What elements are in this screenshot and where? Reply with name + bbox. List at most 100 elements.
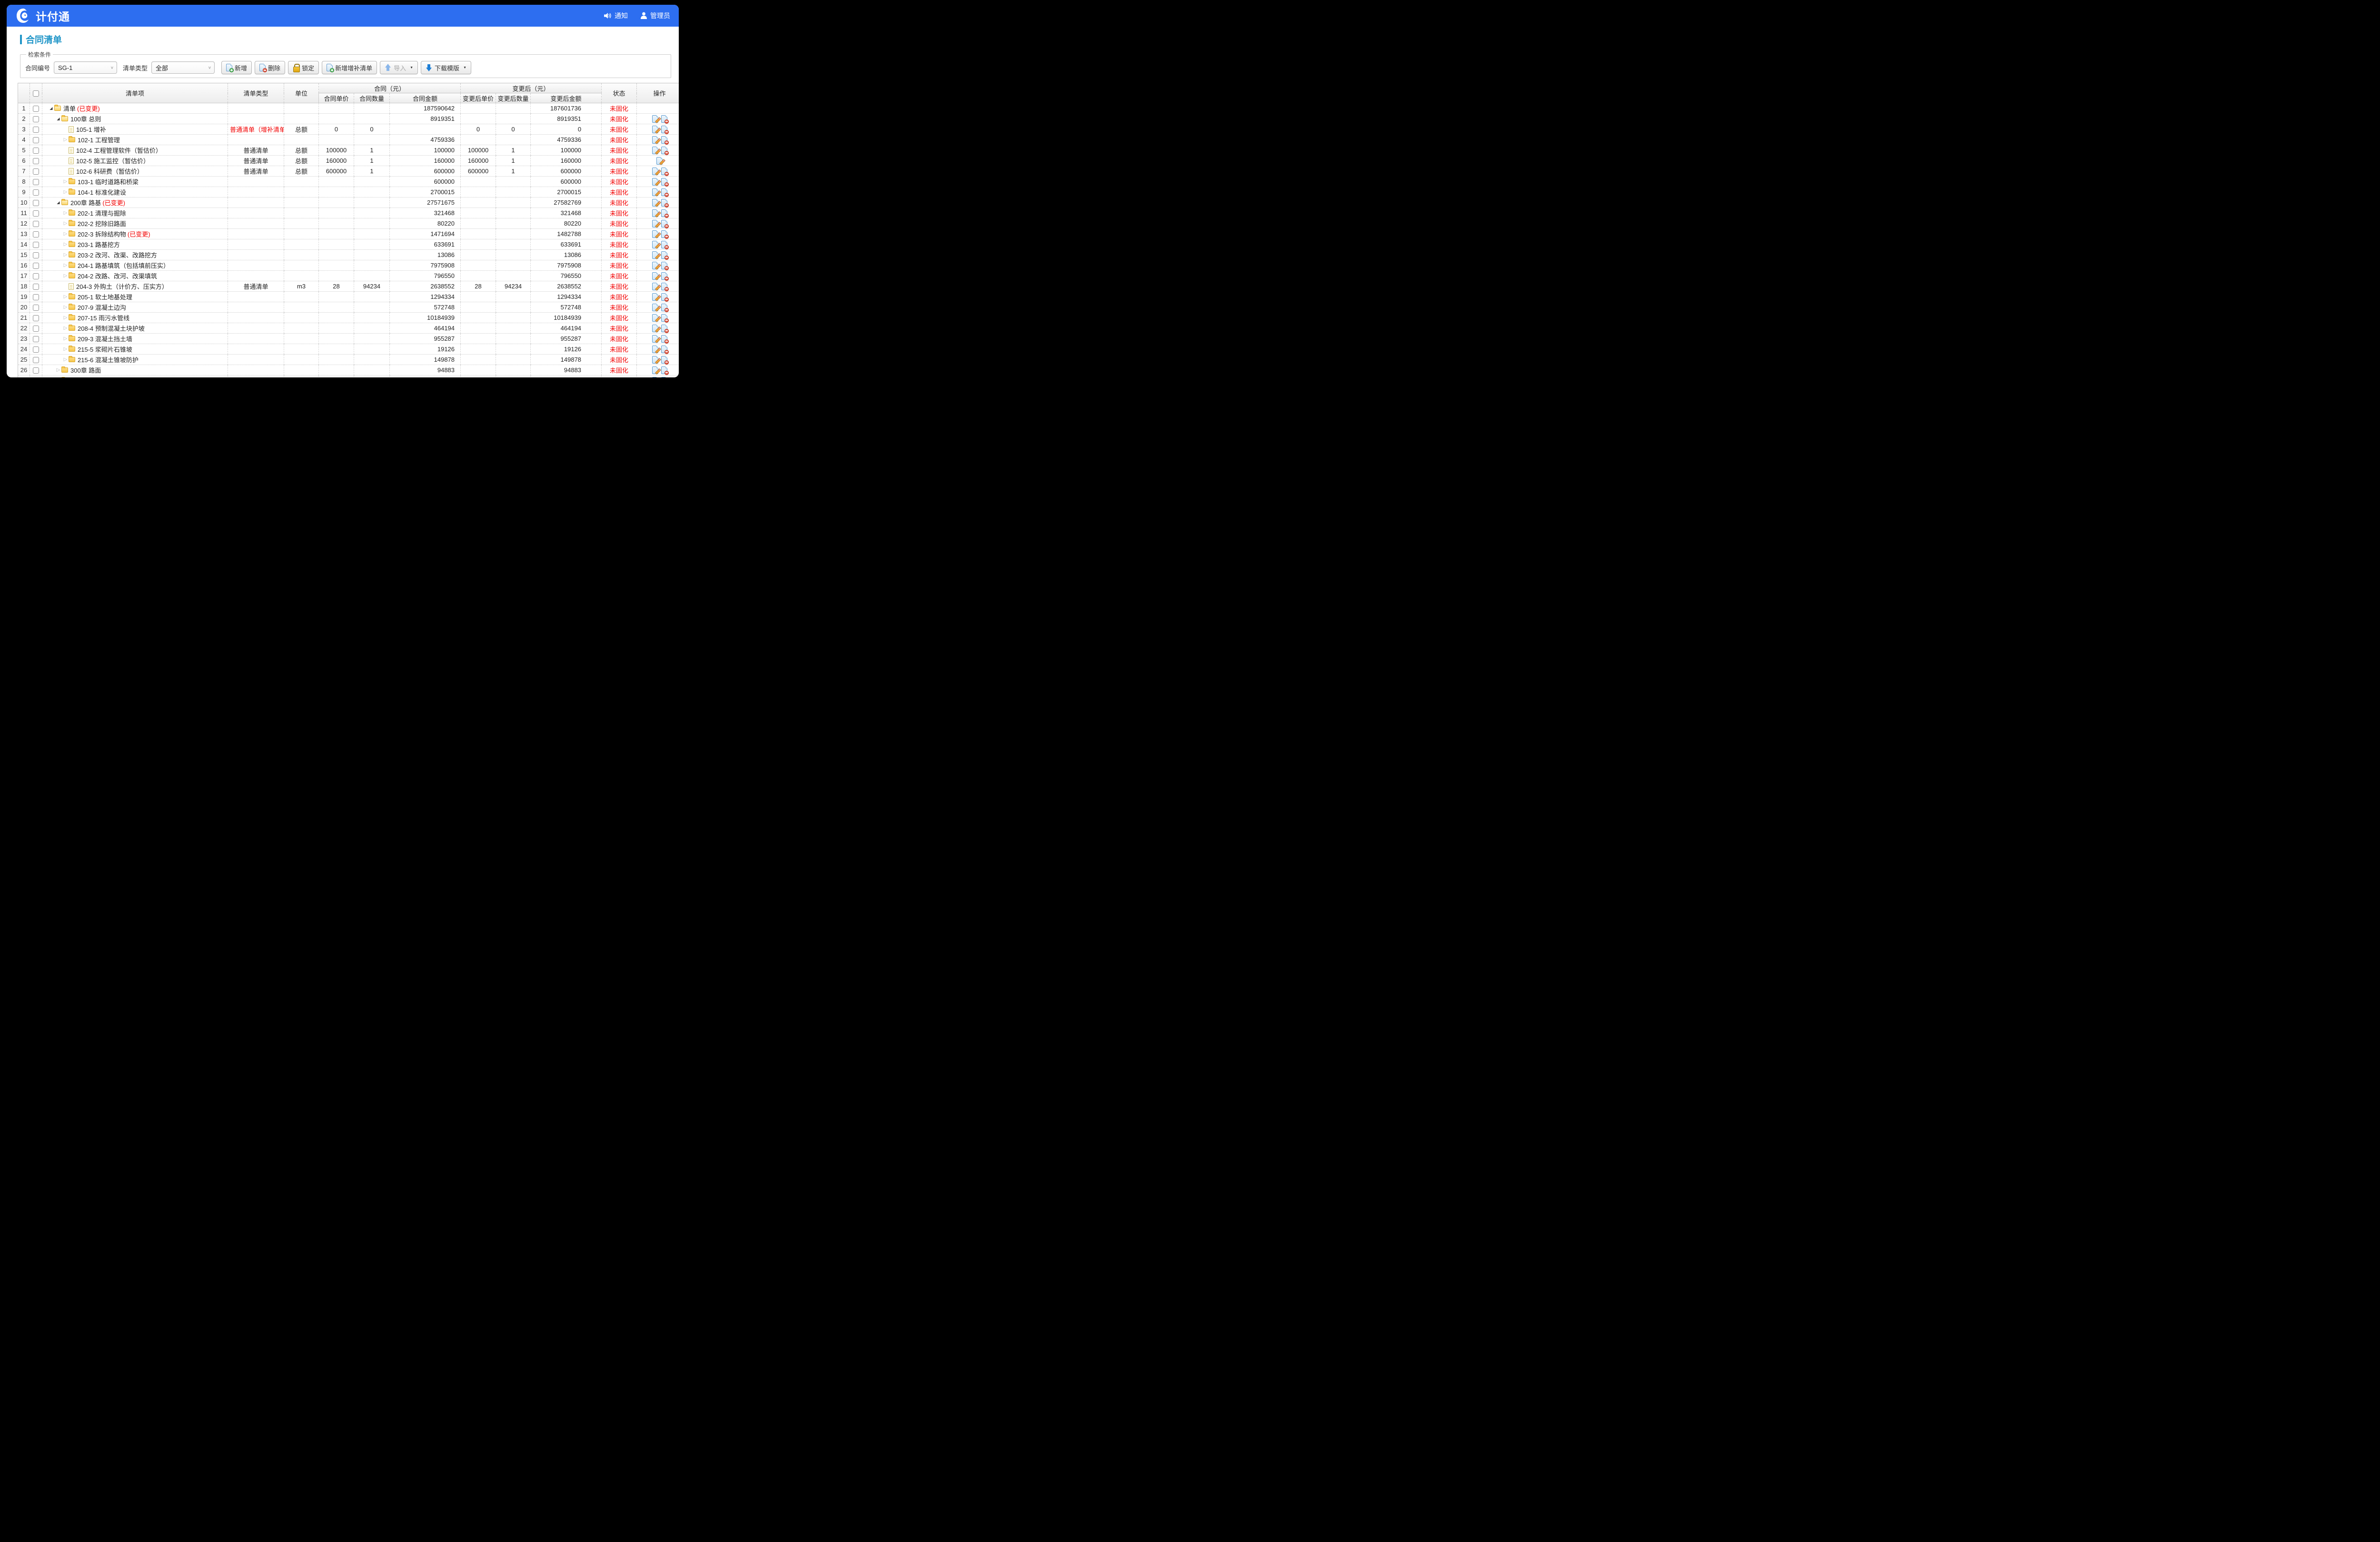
delete-icon[interactable] (661, 293, 667, 301)
delete-icon[interactable] (661, 356, 667, 364)
edit-icon[interactable] (656, 157, 663, 165)
edit-icon[interactable] (652, 241, 658, 248)
add-button[interactable]: 新增 (221, 61, 252, 74)
row-checkbox[interactable] (33, 116, 39, 122)
row-checkbox[interactable] (33, 148, 39, 154)
row-checkbox[interactable] (33, 315, 39, 321)
expand-arrow-icon[interactable]: ▷ (62, 273, 69, 278)
edit-icon[interactable] (652, 188, 658, 196)
edit-icon[interactable] (652, 293, 658, 301)
delete-icon[interactable] (661, 366, 667, 374)
expand-arrow-icon[interactable]: ▷ (62, 210, 69, 216)
row-checkbox[interactable] (33, 336, 39, 342)
collapse-arrow-icon[interactable]: ◢ (55, 200, 61, 205)
add-supplement-button[interactable]: 新增增补清单 (322, 61, 377, 74)
expand-arrow-icon[interactable]: ▷ (62, 294, 69, 299)
edit-icon[interactable] (652, 335, 658, 343)
edit-icon[interactable] (652, 126, 658, 133)
expand-arrow-icon[interactable]: ▷ (62, 315, 69, 320)
contract-no-select[interactable]: SG-1 ∨ (54, 61, 117, 74)
expand-arrow-icon[interactable]: ▷ (62, 357, 69, 362)
row-checkbox[interactable] (33, 357, 39, 363)
row-checkbox[interactable] (33, 346, 39, 353)
expand-arrow-icon[interactable]: ▷ (62, 305, 69, 310)
user-menu[interactable]: 管理员 (640, 11, 670, 20)
edit-icon[interactable] (652, 178, 658, 186)
expand-arrow-icon[interactable]: ▷ (62, 346, 69, 352)
notifications-button[interactable]: 通知 (604, 11, 628, 20)
row-checkbox[interactable] (33, 127, 39, 133)
expand-arrow-icon[interactable]: ▷ (62, 263, 69, 268)
delete-icon[interactable] (661, 136, 667, 144)
row-checkbox[interactable] (33, 294, 39, 300)
edit-icon[interactable] (652, 356, 658, 364)
expand-arrow-icon[interactable]: ▷ (62, 179, 69, 184)
delete-button[interactable]: 删除 (255, 61, 285, 74)
delete-icon[interactable] (661, 325, 667, 332)
edit-icon[interactable] (652, 209, 658, 217)
row-checkbox[interactable] (33, 252, 39, 258)
expand-arrow-icon[interactable]: ▷ (62, 336, 69, 341)
delete-icon[interactable] (661, 377, 667, 378)
delete-icon[interactable] (661, 272, 667, 280)
download-template-button[interactable]: 下载模版 ▼ (421, 61, 471, 74)
delete-icon[interactable] (661, 262, 667, 269)
delete-icon[interactable] (661, 314, 667, 322)
edit-icon[interactable] (652, 283, 658, 290)
row-checkbox[interactable] (33, 242, 39, 248)
row-checkbox[interactable] (33, 231, 39, 237)
delete-icon[interactable] (661, 335, 667, 343)
edit-icon[interactable] (652, 115, 658, 123)
delete-icon[interactable] (661, 346, 667, 353)
edit-icon[interactable] (652, 272, 658, 280)
edit-icon[interactable] (652, 346, 658, 353)
edit-icon[interactable] (652, 304, 658, 311)
row-checkbox[interactable] (33, 273, 39, 279)
collapse-arrow-icon[interactable]: ◢ (48, 106, 54, 110)
expand-arrow-icon[interactable]: ▷ (55, 367, 61, 373)
import-button[interactable]: 导入 ▼ (380, 61, 418, 74)
expand-arrow-icon[interactable]: ▷ (62, 242, 69, 247)
delete-icon[interactable] (661, 283, 667, 290)
row-checkbox[interactable] (33, 263, 39, 269)
row-checkbox[interactable] (33, 305, 39, 311)
expand-arrow-icon[interactable]: ▷ (62, 326, 69, 331)
edit-icon[interactable] (652, 314, 658, 322)
edit-icon[interactable] (652, 147, 658, 154)
row-checkbox[interactable] (33, 367, 39, 374)
delete-icon[interactable] (661, 230, 667, 238)
row-checkbox[interactable] (33, 158, 39, 164)
expand-arrow-icon[interactable]: ▷ (62, 231, 69, 237)
edit-icon[interactable] (652, 262, 658, 269)
row-checkbox[interactable] (33, 200, 39, 206)
select-all-checkbox[interactable] (33, 90, 39, 97)
edit-icon[interactable] (652, 220, 658, 227)
collapse-arrow-icon[interactable]: ◢ (55, 117, 61, 121)
delete-icon[interactable] (661, 115, 667, 123)
delete-icon[interactable] (661, 209, 667, 217)
edit-icon[interactable] (652, 366, 658, 374)
row-checkbox[interactable] (33, 221, 39, 227)
edit-icon[interactable] (652, 199, 658, 207)
list-type-select[interactable]: 全部 ∨ (151, 61, 215, 74)
delete-icon[interactable] (661, 147, 667, 154)
delete-icon[interactable] (661, 168, 667, 175)
row-checkbox[interactable] (33, 137, 39, 143)
lock-button[interactable]: 锁定 (288, 61, 319, 74)
row-checkbox[interactable] (33, 179, 39, 185)
delete-icon[interactable] (661, 304, 667, 311)
delete-icon[interactable] (661, 220, 667, 227)
edit-icon[interactable] (652, 325, 658, 332)
expand-arrow-icon[interactable]: ▷ (62, 137, 69, 142)
edit-icon[interactable] (652, 136, 658, 144)
expand-arrow-icon[interactable]: ▷ (62, 252, 69, 257)
delete-icon[interactable] (661, 241, 667, 248)
expand-arrow-icon[interactable]: ▷ (62, 221, 69, 226)
row-checkbox[interactable] (33, 168, 39, 175)
edit-icon[interactable] (652, 230, 658, 238)
row-checkbox[interactable] (33, 326, 39, 332)
delete-icon[interactable] (661, 178, 667, 186)
edit-icon[interactable] (652, 251, 658, 259)
row-checkbox[interactable] (33, 106, 39, 112)
delete-icon[interactable] (661, 251, 667, 259)
